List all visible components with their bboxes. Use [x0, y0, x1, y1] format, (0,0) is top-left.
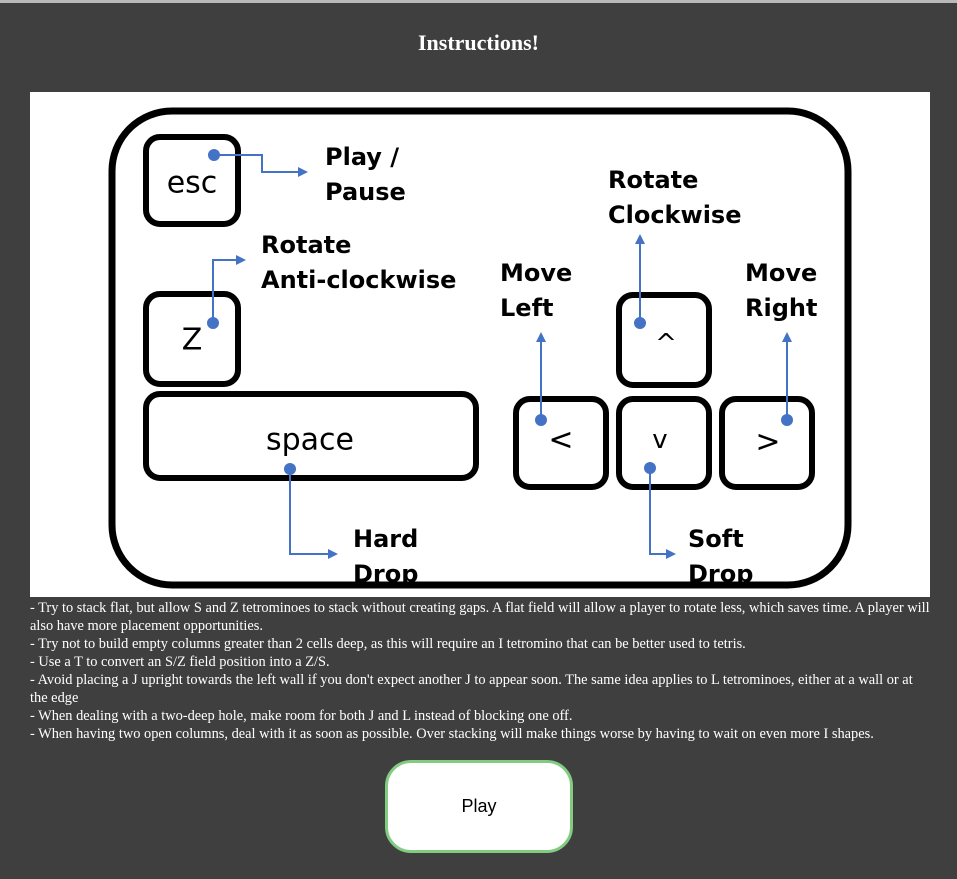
key-up-label: ^ — [655, 329, 677, 359]
play-button[interactable]: Play — [385, 760, 573, 853]
label-rotate-anticlockwise-line2: Anti-clockwise — [261, 266, 456, 294]
tip-item: - Avoid placing a J upright towards the … — [30, 672, 913, 706]
key-esc-label: esc — [167, 166, 218, 201]
key-left-label: < — [548, 423, 573, 458]
tip-item: - Try not to build empty columns greater… — [30, 636, 746, 652]
key-z-label: Z — [182, 323, 203, 358]
tip-item: - When dealing with a two-deep hole, mak… — [30, 708, 573, 724]
tip-item: - Try to stack flat, but allow S and Z t… — [30, 600, 930, 634]
dot-left — [535, 414, 547, 426]
key-left-arrow: < — [513, 396, 609, 490]
tip-item: - Use a T to convert an S/Z field positi… — [30, 654, 330, 670]
controls-diagram-svg: esc Z space < ^ v > Play / Pause Rotate … — [108, 107, 852, 589]
dot-down — [644, 462, 656, 474]
page-title: Instructions! — [417, 30, 539, 55]
label-play-pause-line1: Play / — [325, 143, 399, 171]
tip-item: - When having two open columns, deal wit… — [30, 726, 874, 742]
label-soft-drop-line1: Soft — [688, 525, 744, 553]
tips-list: - Try to stack flat, but allow S and Z t… — [30, 599, 930, 743]
key-down-arrow: v — [616, 396, 712, 490]
key-right-arrow: > — [719, 396, 815, 490]
label-move-right-line1: Move — [745, 259, 817, 287]
key-space-label: space — [266, 423, 354, 458]
label-hard-drop-line1: Hard — [353, 525, 418, 553]
dot-z — [207, 317, 219, 329]
dot-space — [284, 463, 296, 475]
label-move-left-line1: Move — [500, 259, 572, 287]
key-esc: esc — [143, 134, 241, 227]
top-scroll-strip — [0, 0, 957, 3]
controls-diagram: esc Z space < ^ v > Play / Pause Rotate … — [30, 92, 930, 597]
key-right-label: > — [755, 425, 780, 460]
key-z: Z — [143, 291, 241, 387]
dot-right — [781, 414, 793, 426]
key-space: space — [143, 391, 479, 481]
label-move-right-line2: Right — [745, 294, 817, 322]
label-move-left-line2: Left — [500, 294, 553, 322]
label-rotate-anticlockwise-line1: Rotate — [261, 231, 351, 259]
label-hard-drop-line2: Drop — [353, 560, 418, 588]
label-rotate-clockwise-line1: Rotate — [608, 166, 698, 194]
dot-up — [634, 317, 646, 329]
key-up-arrow: ^ — [616, 292, 712, 388]
label-play-pause-line2: Pause — [325, 178, 406, 206]
label-soft-drop-line2: Drop — [688, 560, 753, 588]
key-down-label: v — [652, 425, 667, 455]
dot-esc — [208, 149, 220, 161]
label-rotate-clockwise-line2: Clockwise — [608, 201, 741, 229]
